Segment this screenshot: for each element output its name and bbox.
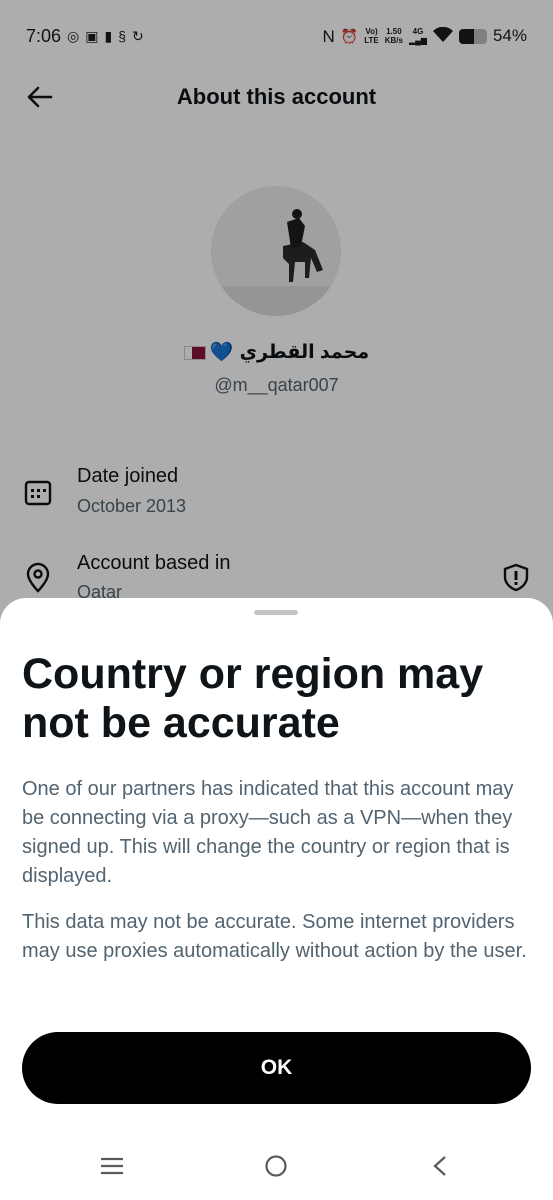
sheet-title: Country or region may not be accurate — [22, 650, 484, 747]
back-chevron-icon — [433, 1156, 446, 1176]
system-back-button[interactable] — [418, 1146, 462, 1186]
bottom-sheet: Country or region may not be accurate On… — [0, 598, 553, 1200]
home-circle-icon — [265, 1155, 287, 1177]
sheet-grabber[interactable] — [254, 610, 298, 615]
app-screen: 7:06 ◎ ▣ ▮ § ↻ N ⏰ Vo) LTE 1.50 KB/s 4G … — [0, 0, 553, 1200]
home-button[interactable] — [254, 1146, 298, 1186]
system-nav-bar — [0, 1136, 553, 1200]
menu-button[interactable] — [90, 1146, 134, 1186]
menu-icon — [101, 1157, 123, 1175]
sheet-paragraph-1: One of our partners has indicated that t… — [22, 778, 514, 887]
ok-button[interactable]: OK — [22, 1032, 531, 1104]
sheet-paragraph-2: This data may not be accurate. Some inte… — [22, 911, 527, 962]
